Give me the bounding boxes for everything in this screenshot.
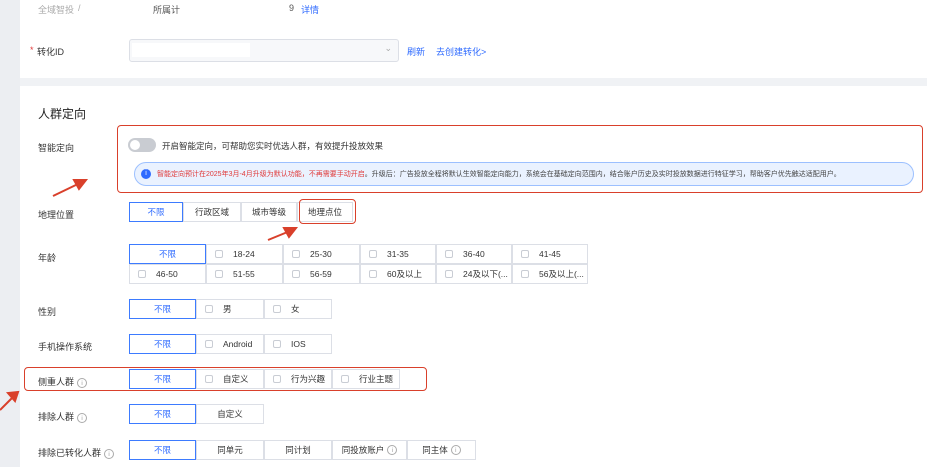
annotation-arrows [0, 179, 299, 411]
arrow-head-icon [72, 179, 89, 191]
arrow-head-icon [282, 227, 299, 239]
arrow-icon [0, 396, 14, 411]
